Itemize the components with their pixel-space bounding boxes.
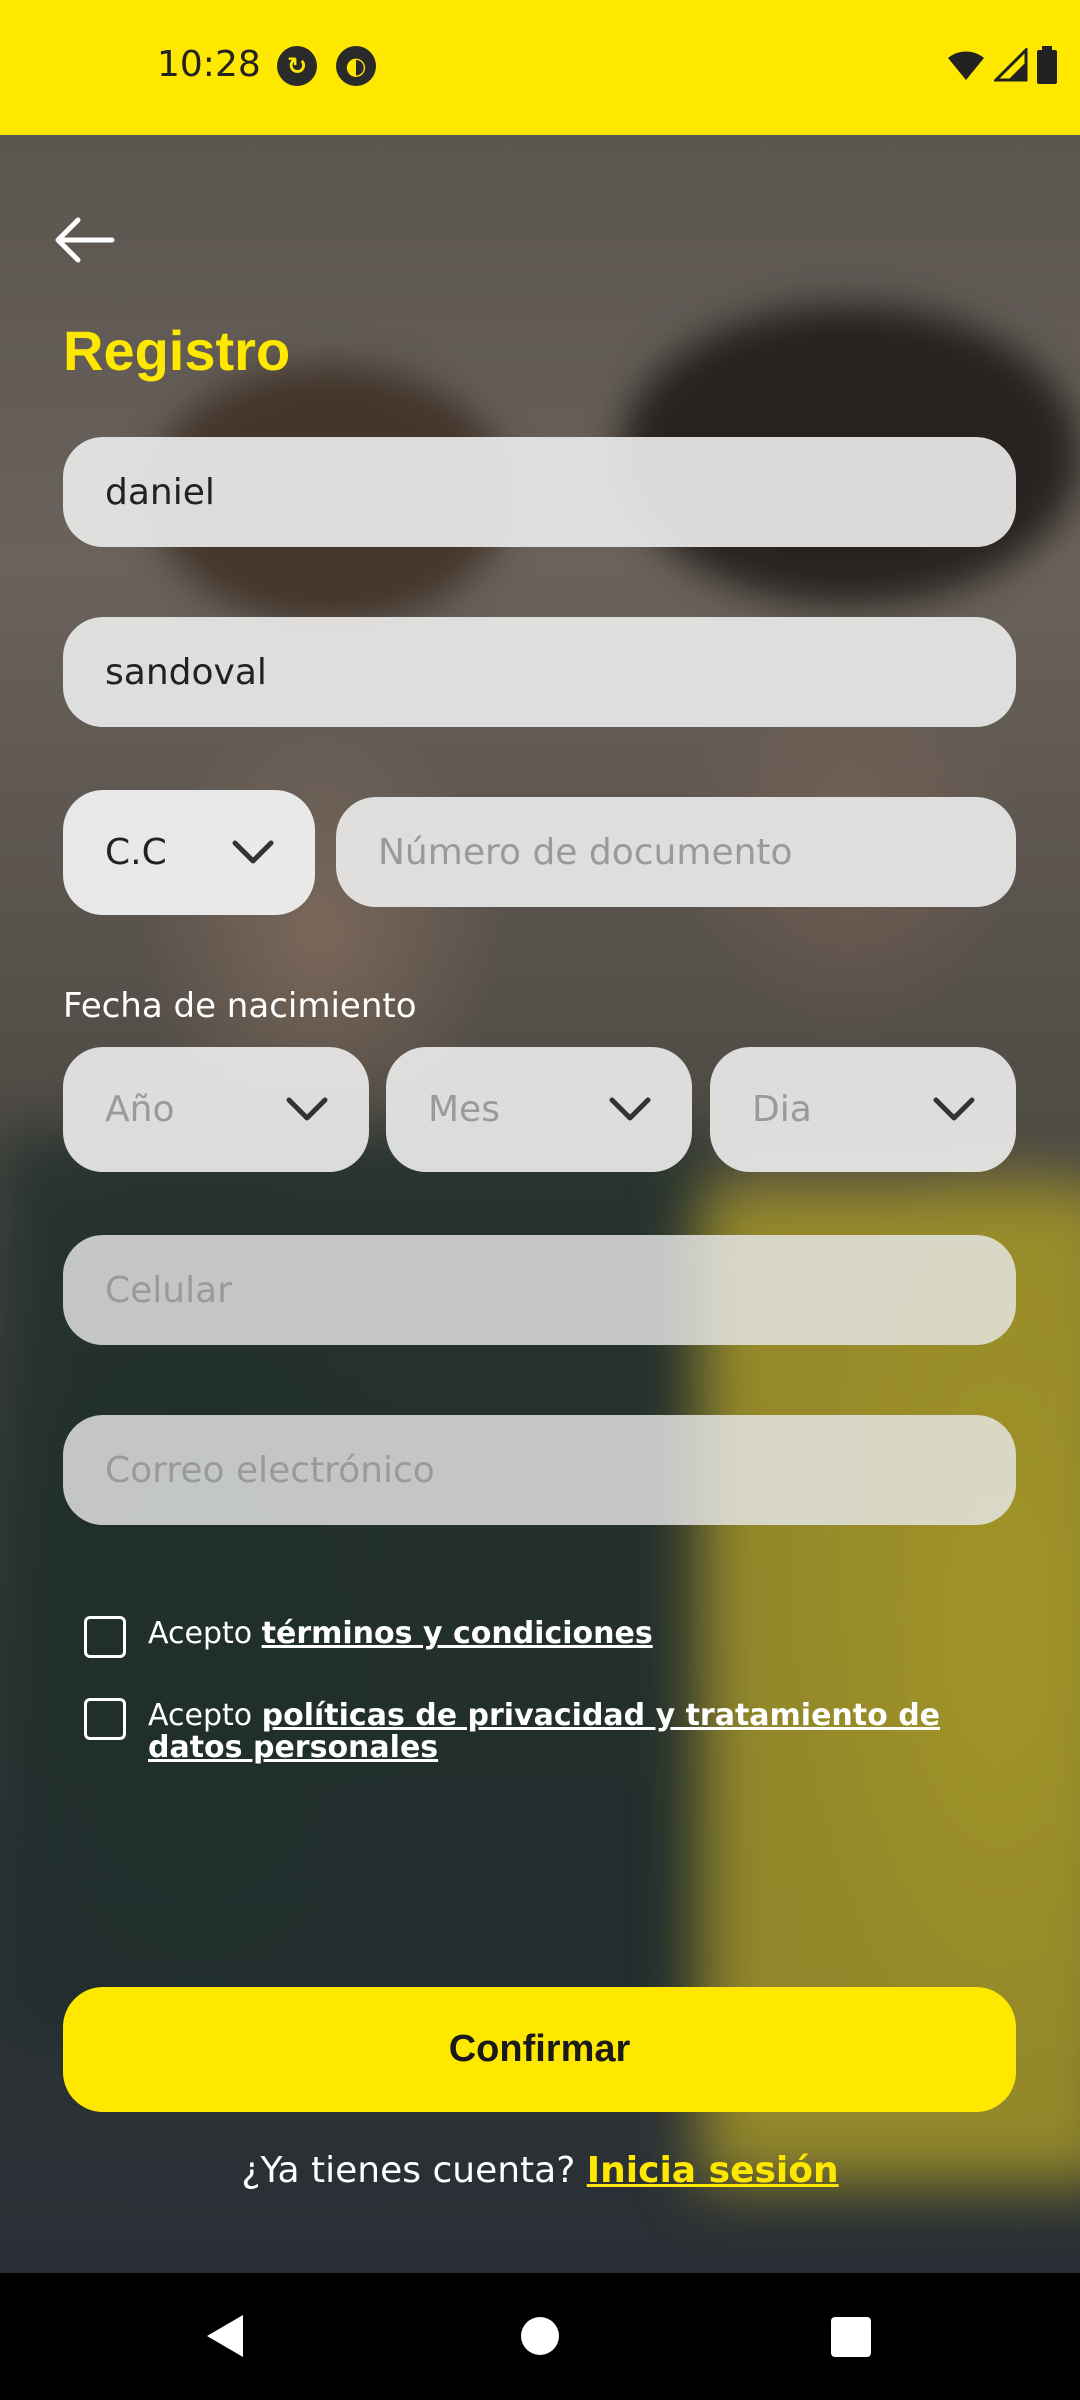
day-select[interactable]: Dia bbox=[710, 1047, 1016, 1172]
chevron-down-icon bbox=[286, 1097, 328, 1120]
document-number-placeholder: Número de documento bbox=[378, 831, 793, 873]
status-time: 10:28 bbox=[157, 44, 261, 85]
document-number-field[interactable]: Número de documento bbox=[336, 797, 1016, 907]
privacy-consent-row: Acepto políticas de privacidad y tratami… bbox=[84, 1698, 1004, 1764]
login-prompt: ¿Ya tienes cuenta? bbox=[241, 2150, 587, 2191]
confirm-button[interactable]: Confirmar bbox=[63, 1987, 1016, 2112]
birthdate-label: Fecha de nacimiento bbox=[63, 986, 417, 1026]
first-name-value: daniel bbox=[105, 471, 215, 513]
last-name-value: sandoval bbox=[105, 651, 267, 693]
year-placeholder: Año bbox=[105, 1089, 175, 1130]
document-type-select[interactable]: C.C bbox=[63, 790, 315, 915]
login-row: ¿Ya tienes cuenta? Inicia sesión bbox=[0, 2150, 1080, 2191]
last-name-field[interactable]: sandoval bbox=[63, 617, 1016, 727]
status-bar: 10:28 ↻ ◐ bbox=[0, 0, 1080, 135]
privacy-prefix: Acepto bbox=[148, 1698, 262, 1733]
email-placeholder: Correo electrónico bbox=[105, 1449, 435, 1491]
notification-app-icon: ◐ bbox=[336, 46, 376, 86]
phone-field[interactable]: Celular bbox=[63, 1235, 1016, 1345]
chevron-down-icon bbox=[609, 1097, 651, 1120]
terms-prefix: Acepto bbox=[148, 1616, 262, 1651]
privacy-consent-text: Acepto políticas de privacidad y tratami… bbox=[148, 1700, 1004, 1764]
privacy-link[interactable]: políticas de privacidad y tratamiento de… bbox=[148, 1698, 940, 1765]
page-title: Registro bbox=[63, 319, 291, 382]
nav-recents-icon[interactable] bbox=[831, 2317, 871, 2357]
year-select[interactable]: Año bbox=[63, 1047, 369, 1172]
email-field[interactable]: Correo electrónico bbox=[63, 1415, 1016, 1525]
login-link[interactable]: Inicia sesión bbox=[587, 2150, 839, 2191]
privacy-checkbox[interactable] bbox=[84, 1698, 126, 1740]
first-name-field[interactable]: daniel bbox=[63, 437, 1016, 547]
wifi-icon bbox=[948, 51, 984, 80]
system-nav-bar bbox=[0, 2273, 1080, 2400]
month-select[interactable]: Mes bbox=[386, 1047, 692, 1172]
document-type-value: C.C bbox=[105, 832, 167, 873]
nav-home-icon[interactable] bbox=[521, 2317, 559, 2355]
sync-app-icon: ↻ bbox=[277, 46, 317, 86]
phone-placeholder: Celular bbox=[105, 1269, 232, 1311]
terms-consent-text: Acepto términos y condiciones bbox=[148, 1618, 653, 1650]
day-placeholder: Dia bbox=[752, 1089, 812, 1130]
terms-consent-row: Acepto términos y condiciones bbox=[84, 1616, 653, 1658]
terms-link[interactable]: términos y condiciones bbox=[262, 1616, 653, 1651]
battery-icon bbox=[1037, 46, 1057, 84]
chevron-down-icon bbox=[933, 1097, 975, 1120]
back-arrow-icon[interactable] bbox=[50, 210, 120, 270]
status-icons bbox=[946, 46, 1058, 84]
terms-checkbox[interactable] bbox=[84, 1616, 126, 1658]
month-placeholder: Mes bbox=[428, 1089, 500, 1130]
nav-back-icon[interactable] bbox=[205, 2313, 245, 2359]
signal-icon bbox=[994, 48, 1028, 82]
chevron-down-icon bbox=[232, 840, 274, 863]
